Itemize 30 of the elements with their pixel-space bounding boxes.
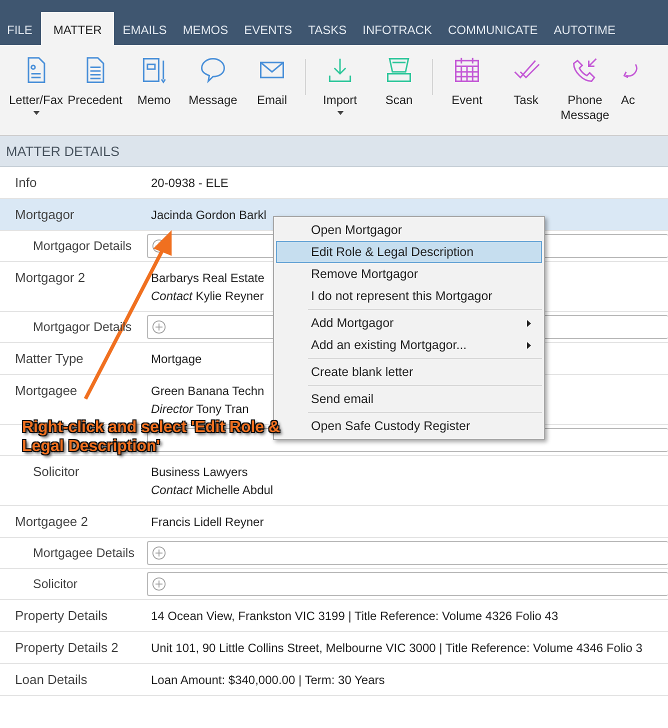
field-value: Unit 101, 90 Little Collins Street, Melbourne VIC 3000 | Title Reference: Volume 4346 Folio 3 — [151, 640, 642, 657]
field-value: Barbarys Real Estate — [151, 270, 264, 287]
section-title: MATTER DETAILS — [6, 144, 120, 158]
field-value: Business Lawyers — [151, 464, 248, 481]
field-label: Mortgagor 2 — [15, 270, 86, 285]
field-label: Loan Details — [15, 672, 88, 687]
field-value: Mortgage — [151, 351, 202, 368]
field-label: Mortgagor Details — [33, 239, 132, 253]
field-label: Mortgagee — [15, 383, 78, 398]
field-label: Property Details — [15, 608, 108, 623]
role-label: Director — [151, 402, 194, 416]
contact-name: Michelle Abdul — [196, 483, 274, 497]
field-value: 20-0938 - ELE — [151, 175, 228, 192]
field-value: Francis Lidell Reyner — [151, 514, 264, 531]
field-label: Matter Type — [15, 351, 84, 366]
field-label: Info — [15, 175, 37, 190]
field-label: Mortgagee Details — [33, 546, 134, 560]
field-label: Property Details 2 — [15, 640, 118, 655]
contact-name: Kylie Reyner — [196, 289, 264, 303]
contact-name: Tony Tran — [196, 402, 249, 416]
field-label: Solicitor — [33, 464, 80, 479]
field-label: Mortgagee 2 — [15, 514, 88, 529]
role-label: Contact — [151, 289, 192, 303]
field-label: Mortgagor — [15, 207, 74, 222]
field-label: Solicitor — [33, 577, 78, 591]
field-value: Jacinda Gordon Barkl — [151, 207, 266, 224]
field-value: Green Banana Techn — [151, 383, 264, 400]
field-value: Loan Amount: $340,000.00 | Term: 30 Years — [151, 672, 385, 689]
role-label: Contact — [151, 483, 192, 497]
field-value: 14 Ocean View, Frankston VIC 3199 | Title Reference: Volume 4326 Folio 43 — [151, 608, 558, 625]
